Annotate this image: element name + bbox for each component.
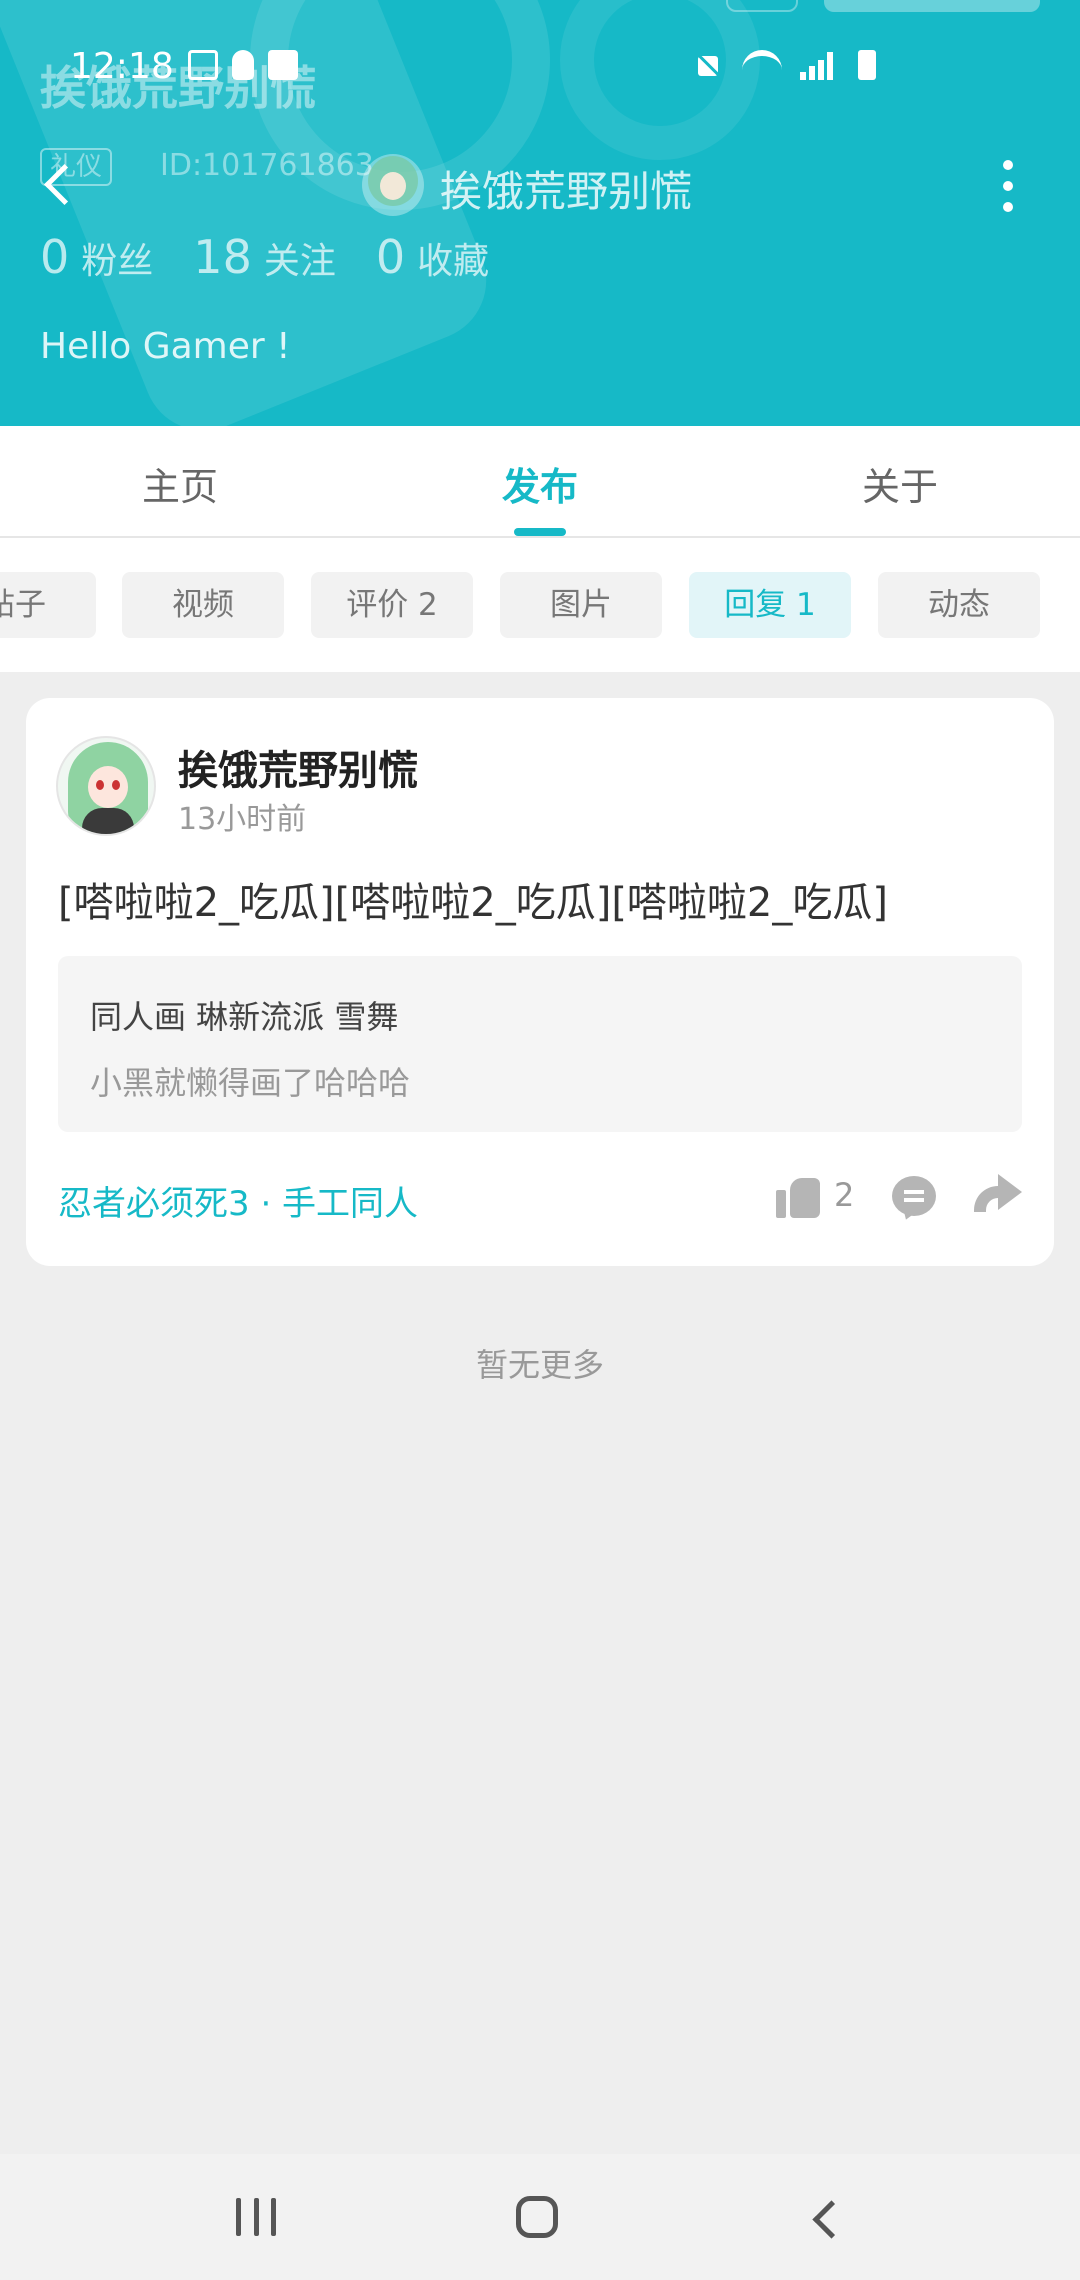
quoted-post-title: 同人画 琳新流派 雪舞 [90, 998, 399, 1036]
battery-icon [858, 50, 876, 80]
filter-chip-images[interactable]: 图片 [500, 572, 662, 638]
header-decoration [560, 0, 760, 160]
recent-apps-icon[interactable] [236, 2198, 276, 2236]
thumbs-up-icon[interactable] [776, 1174, 820, 1218]
status-notification-icons [188, 50, 298, 80]
tab-about[interactable]: 关于 [800, 456, 1000, 511]
filter-chip-posts[interactable]: 帖子 [0, 572, 96, 638]
quoted-post[interactable]: 同人画 琳新流派 雪舞 小黑就懒得画了哈哈哈 [58, 956, 1022, 1132]
share-icon[interactable] [972, 1172, 1024, 1218]
filter-chip-videos[interactable]: 视频 [122, 572, 284, 638]
following-label[interactable]: 关注 [264, 232, 336, 284]
following-count[interactable]: 18 [193, 230, 252, 284]
followers-label[interactable]: 粉丝 [81, 232, 153, 284]
app-notification-icon [232, 50, 254, 80]
system-navigation-bar [0, 2154, 1080, 2280]
signal-icon [800, 50, 840, 80]
nav-back-icon[interactable] [808, 2200, 844, 2236]
back-icon[interactable] [40, 160, 80, 210]
header-faded-button [824, 0, 1040, 12]
wifi-icon [742, 50, 782, 80]
profile-header: 挨饿荒野别慌 礼仪 ID:101761863 12:18 挨饿荒野别慌 0 粉丝… [0, 0, 1080, 426]
author-avatar[interactable] [56, 736, 156, 836]
header-faded-button [726, 0, 798, 12]
status-system-icons [694, 50, 876, 80]
post-timestamp: 13小时前 [178, 802, 307, 837]
comment-icon[interactable] [892, 1176, 936, 1216]
profile-bio: Hello Gamer ! [40, 326, 291, 367]
tab-active-indicator [514, 528, 566, 536]
home-icon[interactable] [516, 2196, 558, 2238]
followers-count[interactable]: 0 [40, 230, 69, 284]
gallery-notification-icon [188, 50, 218, 80]
reply-card[interactable]: 挨饿荒野别慌 13小时前 [嗒啦啦2_吃瓜][嗒啦啦2_吃瓜][嗒啦啦2_吃瓜]… [26, 698, 1054, 1266]
filter-chip-activity[interactable]: 动态 [878, 572, 1040, 638]
status-time: 12:18 [70, 46, 174, 87]
filter-chip-reviews[interactable]: 评价 2 [311, 572, 473, 638]
filter-chip-replies[interactable]: 回复 1 [689, 572, 851, 638]
favorites-label[interactable]: 收藏 [417, 232, 489, 284]
like-count: 2 [834, 1176, 855, 1214]
quoted-post-body: 小黑就懒得画了哈哈哈 [90, 1064, 411, 1102]
header-avatar [362, 154, 424, 216]
media-notification-icon [268, 50, 298, 80]
tab-home[interactable]: 主页 [80, 456, 280, 511]
tab-posts[interactable]: 发布 [440, 456, 640, 511]
faded-profile-id: ID:101761863 [160, 148, 374, 183]
profile-tabs: 主页 发布 关于 [0, 426, 1080, 538]
reply-text: [嗒啦啦2_吃瓜][嗒啦啦2_吃瓜][嗒啦啦2_吃瓜] [58, 880, 888, 926]
content-filter-bar: 帖子 视频 评价 2 图片 回复 1 动态 [0, 538, 1080, 672]
author-name[interactable]: 挨饿荒野别慌 [178, 738, 418, 796]
favorites-count[interactable]: 0 [376, 230, 405, 284]
mute-icon [694, 50, 724, 80]
end-of-list-text: 暂无更多 [475, 1346, 604, 1384]
header-username: 挨饿荒野别慌 [440, 167, 693, 216]
post-topic-tags[interactable]: 忍者必须死3 · 手工同人 [58, 1176, 418, 1225]
profile-stats: 0 粉丝 18 关注 0 收藏 [40, 230, 529, 284]
more-options-icon[interactable] [996, 160, 1020, 212]
